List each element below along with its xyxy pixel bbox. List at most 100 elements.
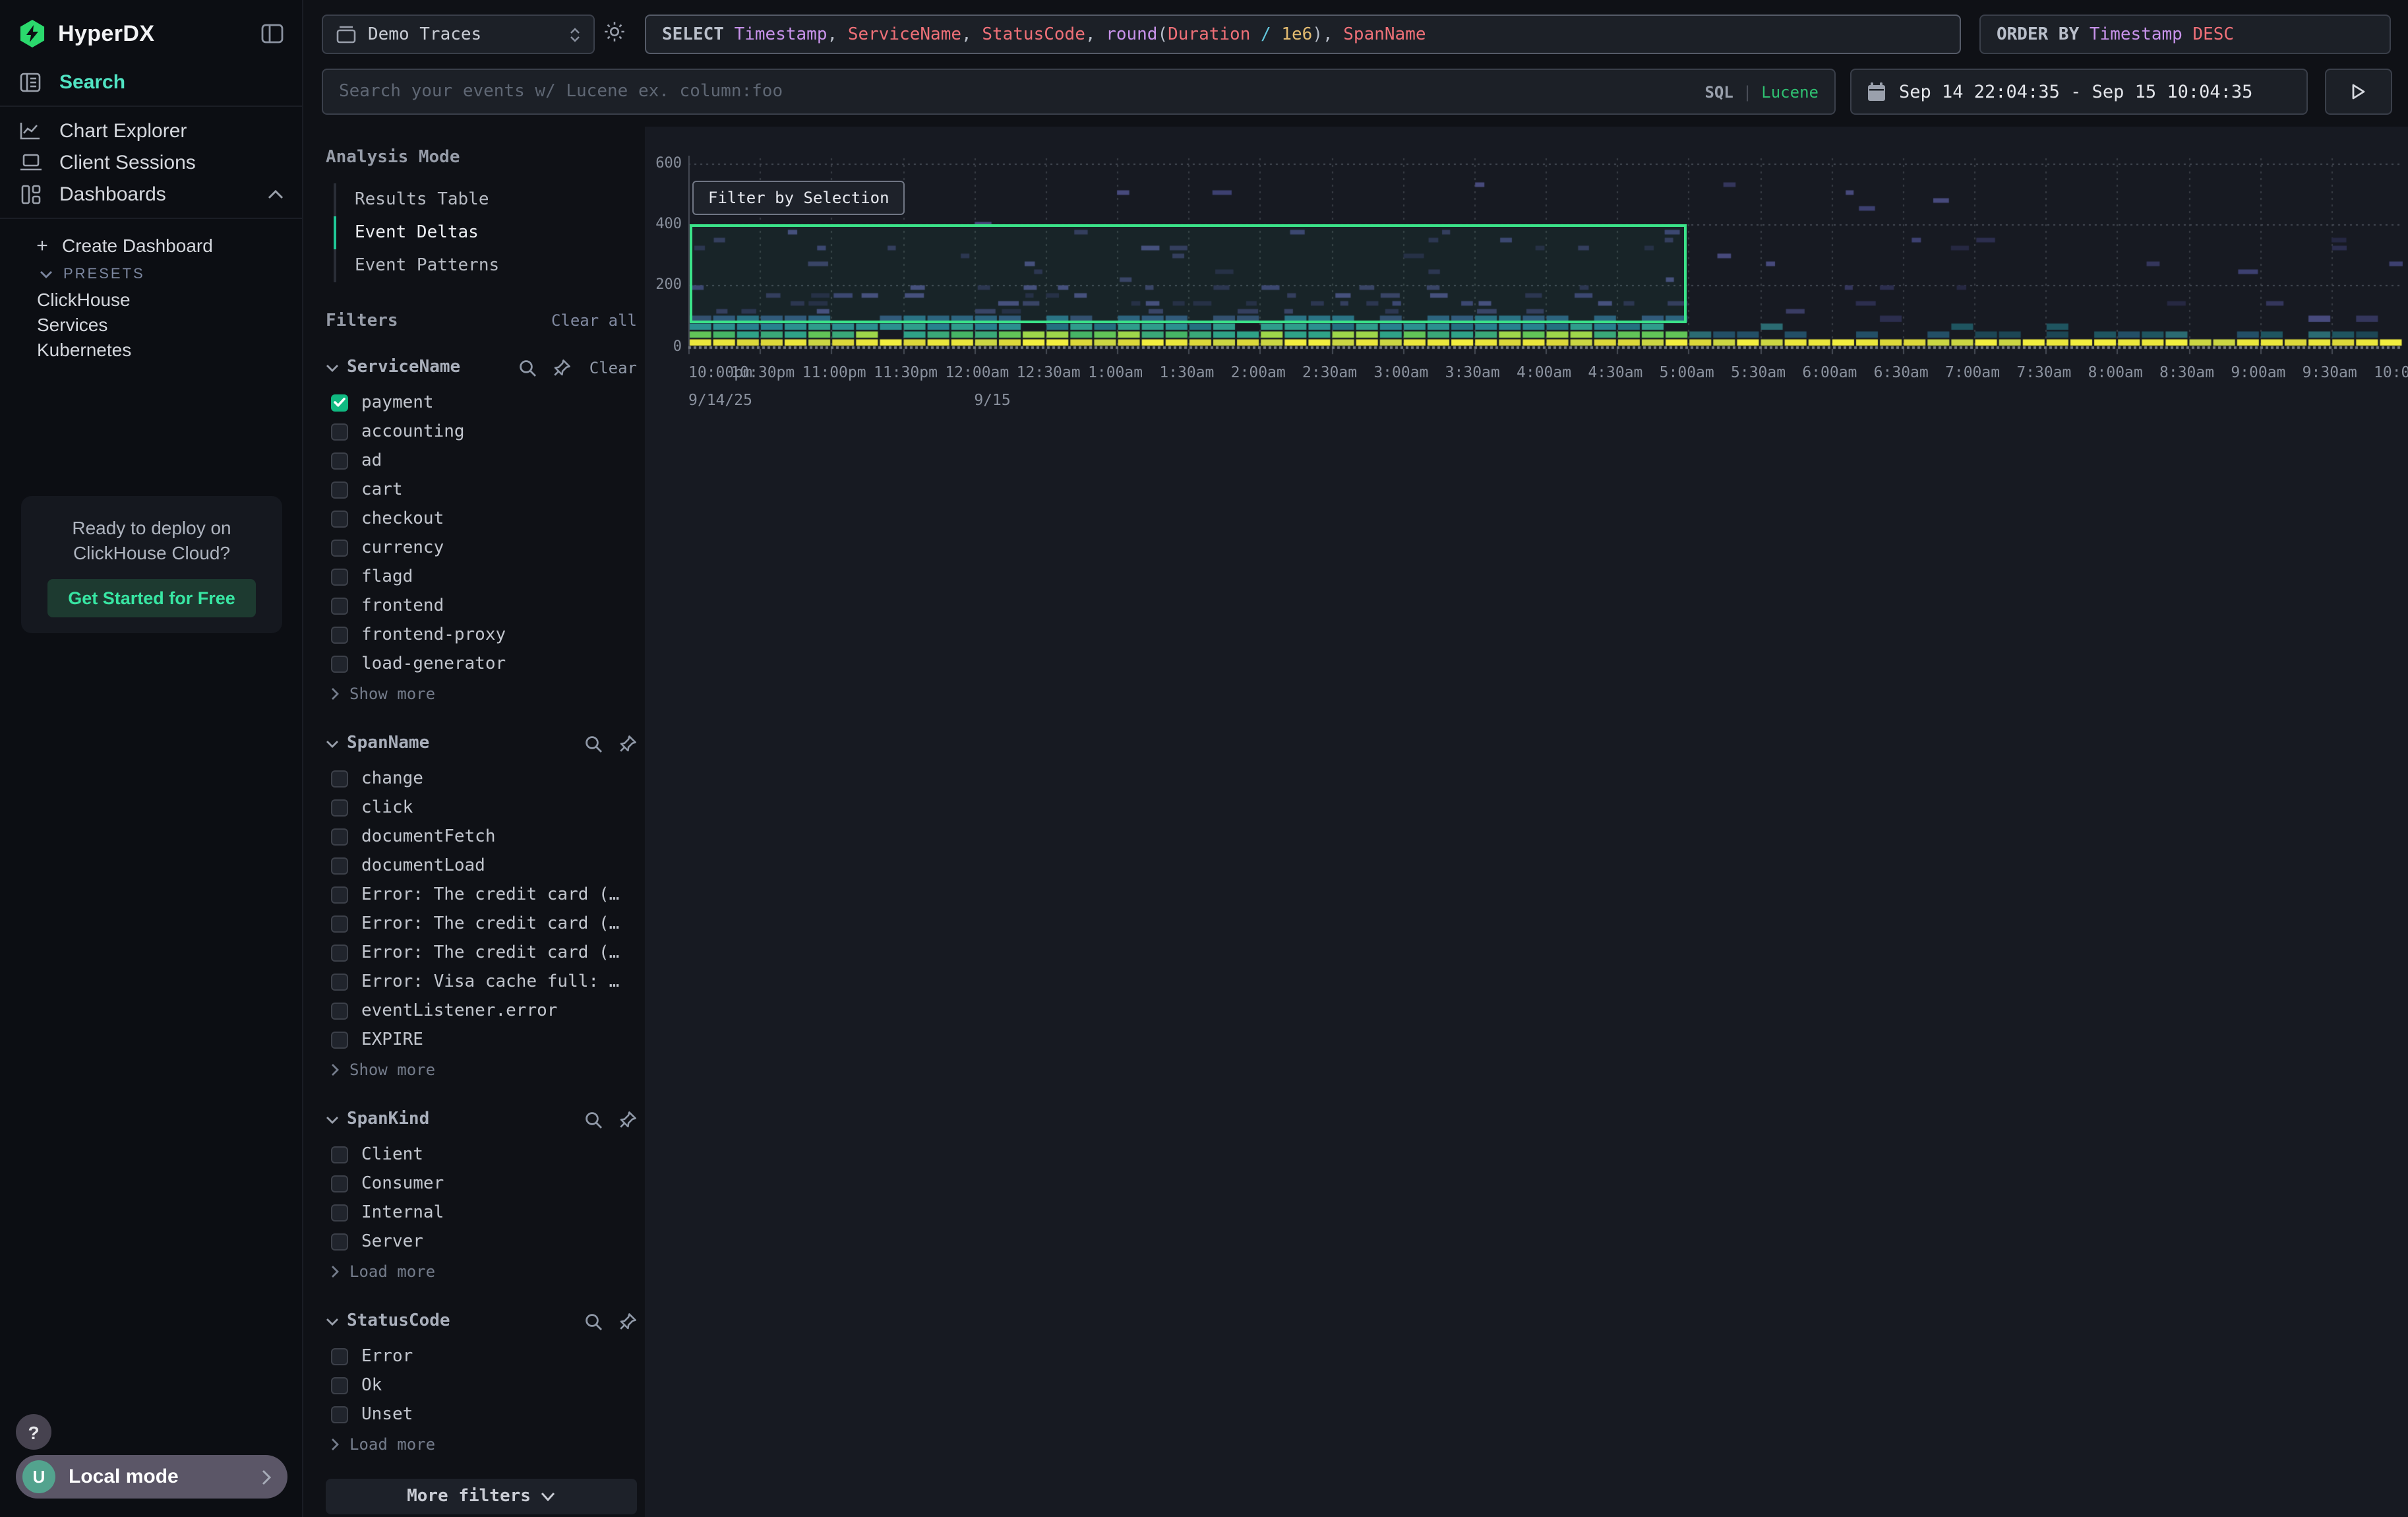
show-more-button[interactable]: Show more <box>326 681 637 707</box>
filter-item-ok[interactable]: Ok <box>326 1371 637 1400</box>
checkbox-unchecked[interactable] <box>331 1002 348 1019</box>
filter-item-load-generator[interactable]: load-generator <box>326 649 637 678</box>
checkbox-unchecked[interactable] <box>331 423 348 440</box>
pin-icon[interactable] <box>618 1312 637 1330</box>
sidebar-item-search[interactable]: Search <box>0 66 302 98</box>
checkbox-unchecked[interactable] <box>331 857 348 874</box>
checkbox-unchecked[interactable] <box>331 568 348 585</box>
filter-group-name[interactable]: ServiceName <box>347 357 502 377</box>
sidebar-item-client-sessions[interactable]: Client Sessions <box>0 146 302 178</box>
filter-item-internal[interactable]: Internal <box>326 1198 637 1227</box>
filter-item-documentfetch[interactable]: documentFetch <box>326 822 637 851</box>
filter-item-consumer[interactable]: Consumer <box>326 1169 637 1198</box>
lucene-toggle[interactable]: Lucene <box>1761 82 1819 101</box>
filter-by-selection-button[interactable]: Filter by Selection <box>692 181 905 215</box>
get-started-button[interactable]: Get Started for Free <box>47 579 256 617</box>
filter-item-error-the-credit-card[interactable]: Error: The credit card (… <box>326 909 637 938</box>
chevron-up-icon[interactable] <box>268 189 284 199</box>
source-select[interactable]: Demo Traces <box>322 15 595 54</box>
checkbox-unchecked[interactable] <box>331 799 348 816</box>
sidebar-item-kubernetes[interactable]: Kubernetes <box>0 336 302 361</box>
search-icon[interactable] <box>518 358 537 377</box>
filter-item-error-the-credit-card[interactable]: Error: The credit card (… <box>326 938 637 967</box>
filter-item-unset[interactable]: Unset <box>326 1400 637 1429</box>
checkbox-checked[interactable] <box>331 394 348 411</box>
load-more-button[interactable]: Load more <box>326 1258 637 1285</box>
filter-group-name[interactable]: StatusCode <box>347 1311 568 1331</box>
gear-icon[interactable] <box>603 20 626 44</box>
checkbox-unchecked[interactable] <box>331 944 348 961</box>
search-input[interactable] <box>339 82 1694 102</box>
filter-item-flagd[interactable]: flagd <box>326 562 637 591</box>
date-range-picker[interactable]: Sep 14 22:04:35 - Sep 15 10:04:35 <box>1850 69 2308 115</box>
checkbox-unchecked[interactable] <box>331 510 348 527</box>
filter-item-accounting[interactable]: accounting <box>326 417 637 446</box>
analysis-mode-results-table[interactable]: Results Table <box>334 183 637 216</box>
sidebar-item-clickhouse[interactable]: ClickHouse <box>0 286 302 311</box>
chevron-down-icon[interactable] <box>326 1317 339 1325</box>
chevron-down-icon[interactable] <box>326 739 339 747</box>
checkbox-unchecked[interactable] <box>331 452 348 469</box>
chevron-down-icon[interactable] <box>326 1115 339 1123</box>
checkbox-unchecked[interactable] <box>331 828 348 845</box>
presets-toggle[interactable]: PRESETS <box>0 263 302 286</box>
filter-item-payment[interactable]: payment <box>326 388 637 417</box>
order-by-expression[interactable]: ORDER BY Timestamp DESC <box>1979 15 2391 54</box>
pin-icon[interactable] <box>553 358 571 377</box>
pin-icon[interactable] <box>618 734 637 753</box>
clear-all-filters-button[interactable]: Clear all <box>551 311 637 330</box>
checkbox-unchecked[interactable] <box>331 481 348 498</box>
run-search-button[interactable] <box>2325 69 2392 115</box>
filter-item-cart[interactable]: cart <box>326 475 637 504</box>
checkbox-unchecked[interactable] <box>331 915 348 932</box>
checkbox-unchecked[interactable] <box>331 1031 348 1048</box>
sql-select-expression[interactable]: SELECT Timestamp, ServiceName, StatusCod… <box>645 15 1961 54</box>
create-dashboard-button[interactable]: + Create Dashboard <box>0 232 302 259</box>
filter-item-eventlistener-error[interactable]: eventListener.error <box>326 996 637 1025</box>
filter-item-currency[interactable]: currency <box>326 533 637 562</box>
filter-item-checkout[interactable]: checkout <box>326 504 637 533</box>
filter-group-name[interactable]: SpanKind <box>347 1109 568 1129</box>
filter-item-frontend[interactable]: frontend <box>326 591 637 620</box>
search-icon[interactable] <box>584 1312 603 1330</box>
help-button[interactable]: ? <box>16 1414 51 1450</box>
analysis-mode-event-deltas[interactable]: Event Deltas <box>334 216 637 249</box>
filter-item-server[interactable]: Server <box>326 1227 637 1256</box>
pin-icon[interactable] <box>618 1110 637 1129</box>
filter-item-documentload[interactable]: documentLoad <box>326 851 637 880</box>
sidebar-item-services[interactable]: Services <box>0 311 302 336</box>
filter-item-ad[interactable]: ad <box>326 446 637 475</box>
filter-item-frontend-proxy[interactable]: frontend-proxy <box>326 620 637 649</box>
checkbox-unchecked[interactable] <box>331 1204 348 1221</box>
checkbox-unchecked[interactable] <box>331 973 348 990</box>
sidebar-item-dashboards[interactable]: Dashboards <box>0 178 302 210</box>
filter-item-error[interactable]: Error <box>326 1342 637 1371</box>
checkbox-unchecked[interactable] <box>331 886 348 903</box>
clear-group-button[interactable]: Clear <box>589 358 637 377</box>
show-more-button[interactable]: Show more <box>326 1057 637 1083</box>
sidebar-item-chart-explorer[interactable]: Chart Explorer <box>0 115 302 146</box>
checkbox-unchecked[interactable] <box>331 1406 348 1423</box>
checkbox-unchecked[interactable] <box>331 626 348 643</box>
filter-item-change[interactable]: change <box>326 764 637 793</box>
load-more-button[interactable]: Load more <box>326 1431 637 1458</box>
checkbox-unchecked[interactable] <box>331 770 348 787</box>
more-filters-button[interactable]: More filters <box>326 1479 637 1514</box>
search-icon[interactable] <box>584 1110 603 1129</box>
filter-item-error-visa-cache-full[interactable]: Error: Visa cache full: … <box>326 967 637 996</box>
filter-group-name[interactable]: SpanName <box>347 733 568 753</box>
search-icon[interactable] <box>584 734 603 753</box>
checkbox-unchecked[interactable] <box>331 1347 348 1365</box>
checkbox-unchecked[interactable] <box>331 1233 348 1250</box>
filter-item-client[interactable]: Client <box>326 1140 637 1169</box>
checkbox-unchecked[interactable] <box>331 655 348 672</box>
sql-toggle[interactable]: SQL <box>1704 82 1733 101</box>
filter-item-click[interactable]: click <box>326 793 637 822</box>
analysis-mode-event-patterns[interactable]: Event Patterns <box>334 249 637 282</box>
checkbox-unchecked[interactable] <box>331 1146 348 1163</box>
filter-item-error-the-credit-card[interactable]: Error: The credit card (… <box>326 880 637 909</box>
sidebar-collapse-icon[interactable] <box>261 24 284 44</box>
checkbox-unchecked[interactable] <box>331 1377 348 1394</box>
chart-selection-rect[interactable] <box>690 224 1687 324</box>
chevron-down-icon[interactable] <box>326 363 339 371</box>
